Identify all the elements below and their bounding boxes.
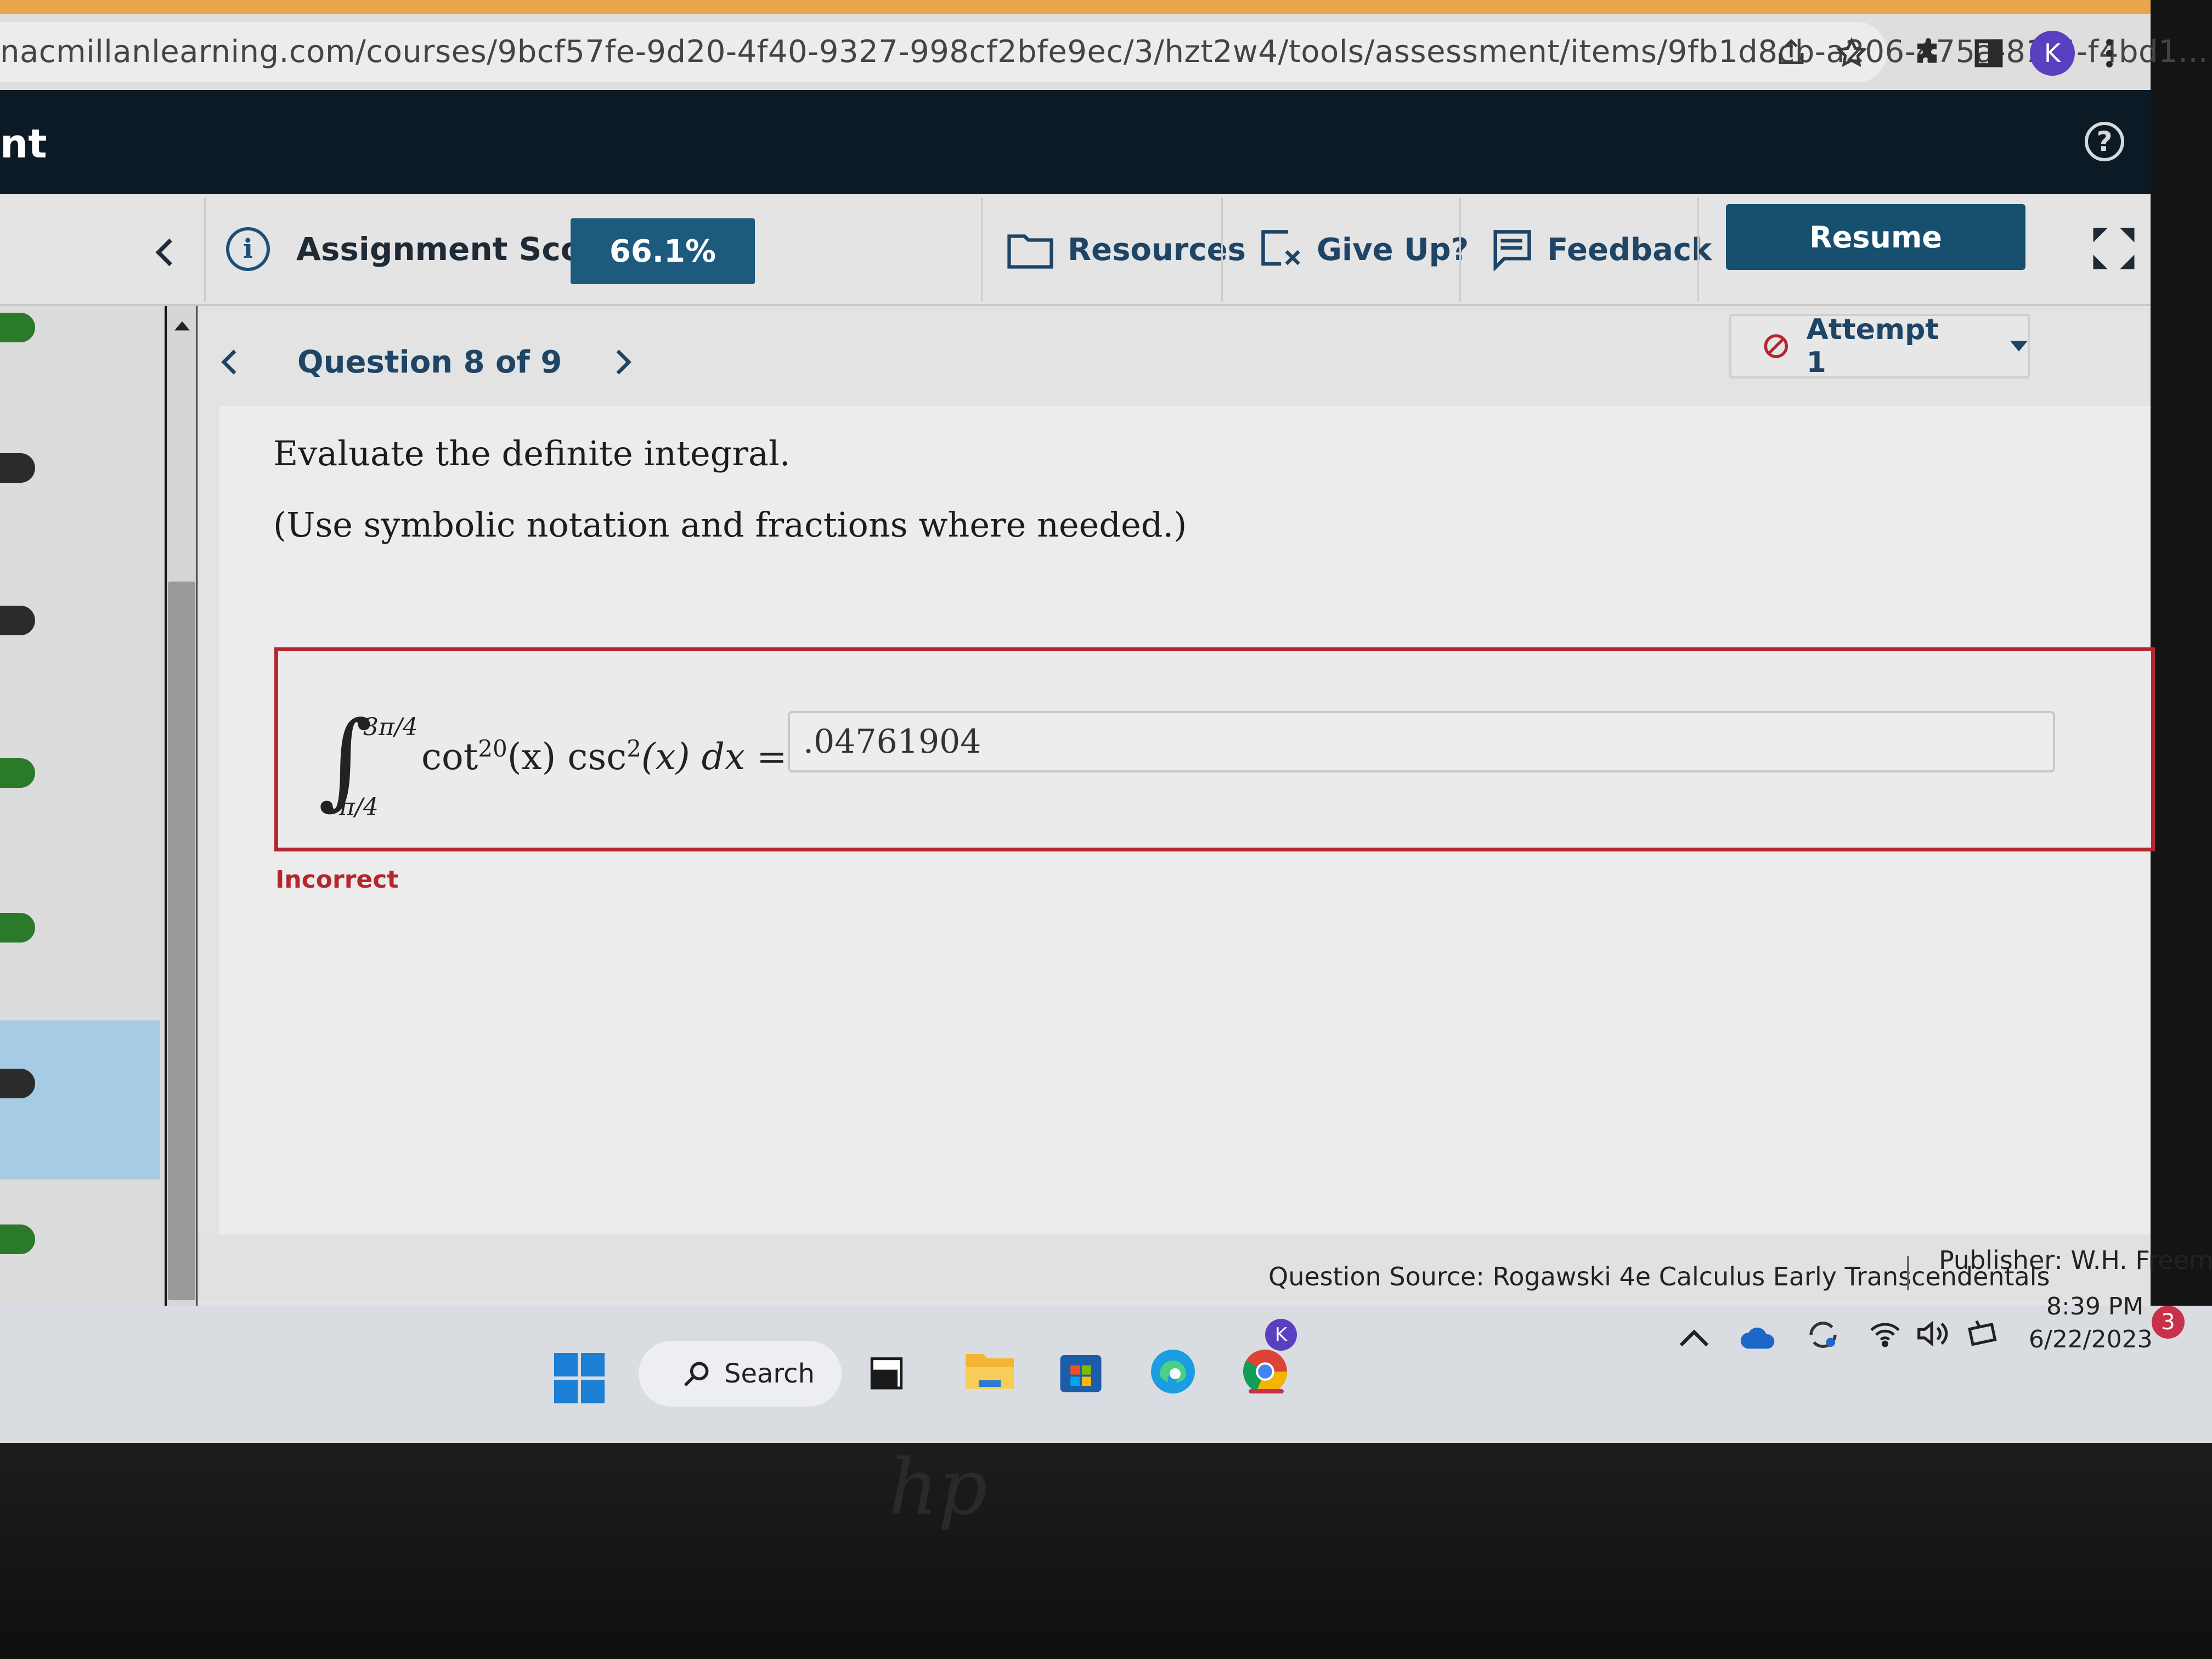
feedback-label: Feedback	[1547, 232, 1712, 268]
give-up-icon	[1261, 230, 1300, 266]
search-icon	[684, 1362, 709, 1386]
no-entry-icon	[1764, 334, 1788, 358]
resources-label: Resources	[1068, 232, 1246, 268]
file-explorer-icon[interactable]	[957, 1339, 1023, 1404]
windows-start-icon[interactable]	[554, 1353, 605, 1403]
question-status-indicator[interactable]	[0, 913, 35, 943]
scroll-up-arrow-icon[interactable]	[174, 320, 190, 334]
taskbar-search[interactable]: Search	[639, 1341, 842, 1407]
integral-lower-limit: π/4	[339, 793, 379, 821]
integrand-expression: cot20(x) csc2(x) dx =	[421, 735, 787, 778]
onedrive-cloud-icon[interactable]	[1739, 1322, 1778, 1352]
browser-tab-strip	[0, 0, 2151, 14]
collapse-sidebar-button[interactable]	[143, 225, 187, 280]
question-navigator: Question 8 of 9	[219, 335, 633, 390]
toolbar-divider	[1459, 198, 1461, 302]
previous-question-button[interactable]	[219, 347, 285, 377]
question-status-indicator[interactable]	[0, 758, 35, 788]
assignment-score-value: 66.1%	[571, 218, 755, 284]
sync-icon[interactable]	[1805, 1317, 1841, 1355]
publisher-info: Publisher: W.H. Freeman	[1939, 1245, 2212, 1275]
caret-down-icon	[2010, 341, 2028, 352]
hp-logo: hp	[889, 1443, 988, 1532]
integrand-csc-power: 2	[627, 735, 641, 762]
attempt-label: Attempt 1	[1806, 313, 1939, 379]
edge-browser-icon[interactable]	[1140, 1339, 1206, 1404]
toolbar-divider	[1221, 198, 1223, 302]
volume-speaker-icon[interactable]	[1915, 1317, 1949, 1353]
chevron-right-icon	[616, 349, 632, 375]
answer-status: Incorrect	[275, 866, 399, 894]
profile-avatar[interactable]: K	[2030, 31, 2075, 76]
footer-divider	[1907, 1256, 1909, 1290]
show-hidden-icons-chevron-icon[interactable]	[1679, 1328, 1709, 1352]
app-header	[0, 90, 2151, 194]
next-question-button[interactable]	[613, 347, 633, 377]
question-prompt: Evaluate the definite integral.	[273, 433, 791, 473]
question-status-indicator[interactable]	[0, 453, 35, 483]
toolbar-divider	[1697, 198, 1699, 302]
battery-charging-icon[interactable]	[1964, 1317, 2000, 1353]
question-instruction: (Use symbolic notation and fractions whe…	[273, 505, 1187, 545]
side-panel-icon[interactable]	[1964, 29, 2013, 78]
integrand-mid: (x) csc	[507, 736, 627, 778]
wifi-icon[interactable]	[1869, 1319, 1901, 1352]
attempt-dropdown[interactable]: Attempt 1	[1729, 313, 2030, 379]
answer-input[interactable]	[788, 711, 2055, 772]
integrand-tail: (x) dx =	[641, 736, 787, 778]
fullscreen-expand-icon[interactable]	[2089, 224, 2138, 273]
bookmark-star-icon[interactable]	[1827, 29, 1876, 78]
integrand-cot-power: 20	[478, 735, 507, 762]
microsoft-store-icon[interactable]	[1048, 1339, 1114, 1404]
laptop-bezel	[0, 1443, 2212, 1659]
give-up-button[interactable]: Give Up?	[1260, 219, 1469, 280]
app-title: nt	[0, 121, 47, 167]
resources-button[interactable]: Resources	[1007, 219, 1246, 280]
folder-icon	[1007, 234, 1053, 269]
integrand-cot: cot	[421, 736, 478, 778]
active-app-indicator	[1249, 1389, 1284, 1393]
address-bar-url[interactable]: nacmillanlearning.com/courses/9bcf57fe-9…	[0, 29, 2208, 76]
sidebar-item-active[interactable]	[0, 1020, 160, 1180]
toolbar-divider	[204, 198, 206, 302]
chrome-profile-badge: K	[1265, 1319, 1297, 1351]
toolbar-divider	[981, 198, 983, 302]
give-up-label: Give Up?	[1317, 232, 1469, 268]
integral-upper-limit: 3π/4	[363, 713, 418, 741]
info-icon[interactable]: i	[226, 227, 270, 271]
question-source: Question Source: Rogawski 4e Calculus Ea…	[1268, 1262, 2050, 1291]
taskbar-search-label: Search	[724, 1358, 815, 1389]
help-icon[interactable]: ?	[2085, 122, 2124, 161]
task-view-icon[interactable]	[859, 1339, 925, 1404]
question-counter: Question 8 of 9	[297, 344, 562, 380]
resume-button[interactable]: Resume	[1726, 204, 2025, 270]
taskbar-clock-time[interactable]: 8:39 PM	[2046, 1293, 2143, 1321]
feedback-button[interactable]: Feedback	[1490, 219, 1712, 280]
taskbar-clock-date[interactable]: 6/22/2023	[2029, 1325, 2153, 1353]
browser-menu-icon[interactable]	[2085, 29, 2134, 78]
notification-count-badge[interactable]: 3	[2152, 1306, 2185, 1339]
share-icon[interactable]	[1767, 29, 1816, 78]
sidebar-scrollbar-thumb[interactable]	[168, 582, 195, 1300]
question-status-indicator[interactable]	[0, 1224, 35, 1254]
feedback-chat-icon	[1493, 230, 1531, 271]
question-status-indicator[interactable]	[0, 606, 35, 635]
chevron-left-icon	[221, 349, 236, 375]
question-status-indicator[interactable]	[0, 1069, 35, 1098]
question-status-indicator[interactable]	[0, 313, 35, 342]
extensions-puzzle-icon[interactable]	[1904, 29, 1953, 78]
